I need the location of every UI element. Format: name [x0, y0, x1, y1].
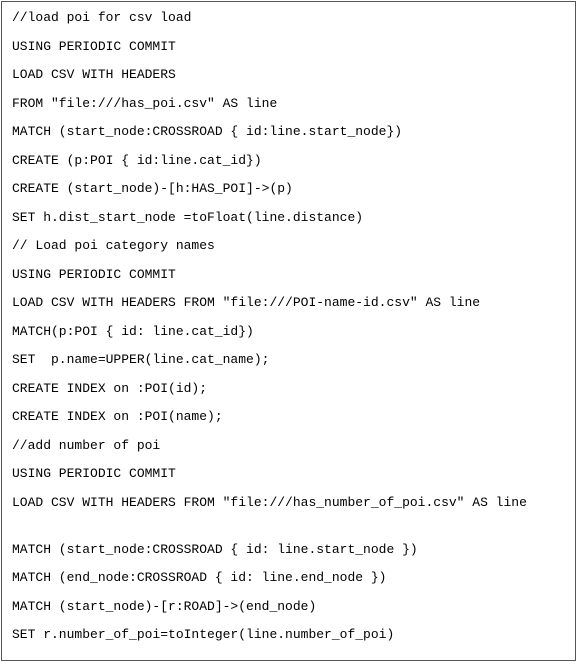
code-line-comment-category-names: // Load poi category names — [12, 238, 215, 253]
code-line-create-poi: CREATE (p:POI { id:line.cat_id}) — [12, 153, 262, 168]
code-line-comment-number-of-poi: //add number of poi — [12, 438, 161, 453]
code-line-using-periodic-commit: USING PERIODIC COMMIT — [12, 39, 176, 54]
code-line-load-csv-poi-name: LOAD CSV WITH HEADERS FROM "file:///POI-… — [12, 295, 481, 310]
code-line-create-index-id: CREATE INDEX on :POI(id); — [12, 381, 208, 396]
code-line-match-end-node: MATCH (end_node:CROSSROAD { id: line.end… — [12, 570, 387, 585]
code-line-match-poi: MATCH(p:POI { id: line.cat_id}) — [12, 324, 254, 339]
code-line-load-csv-number-of-poi: LOAD CSV WITH HEADERS FROM "file:///has_… — [12, 495, 527, 510]
code-line-create-has-poi: CREATE (start_node)-[h:HAS_POI]->(p) — [12, 181, 293, 196]
code-line-match-start-node: MATCH (start_node:CROSSROAD { id:line.st… — [12, 124, 403, 139]
code-line-match-start-node: MATCH (start_node:CROSSROAD { id: line.s… — [12, 542, 418, 557]
code-line-set-dist: SET h.dist_start_node =toFloat(line.dist… — [12, 210, 364, 225]
code-line-match-road: MATCH (start_node)-[r:ROAD]->(end_node) — [12, 599, 317, 614]
code-line-set-number-of-poi: SET r.number_of_poi=toInteger(line.numbe… — [12, 627, 395, 642]
code-line-using-periodic-commit: USING PERIODIC COMMIT — [12, 466, 176, 481]
code-line-load-csv: LOAD CSV WITH HEADERS — [12, 67, 176, 82]
code-line-comment-load-poi: //load poi for csv load — [12, 10, 192, 25]
code-line-using-periodic-commit: USING PERIODIC COMMIT — [12, 267, 176, 282]
code-listing: //load poi for csv load USING PERIODIC C… — [1, 1, 576, 661]
code-line-set-name: SET p.name=UPPER(line.cat_name); — [12, 352, 270, 367]
code-line-create-index-name: CREATE INDEX on :POI(name); — [12, 409, 223, 424]
code-line-from-file: FROM "file:///has_poi.csv" AS line — [12, 96, 278, 111]
